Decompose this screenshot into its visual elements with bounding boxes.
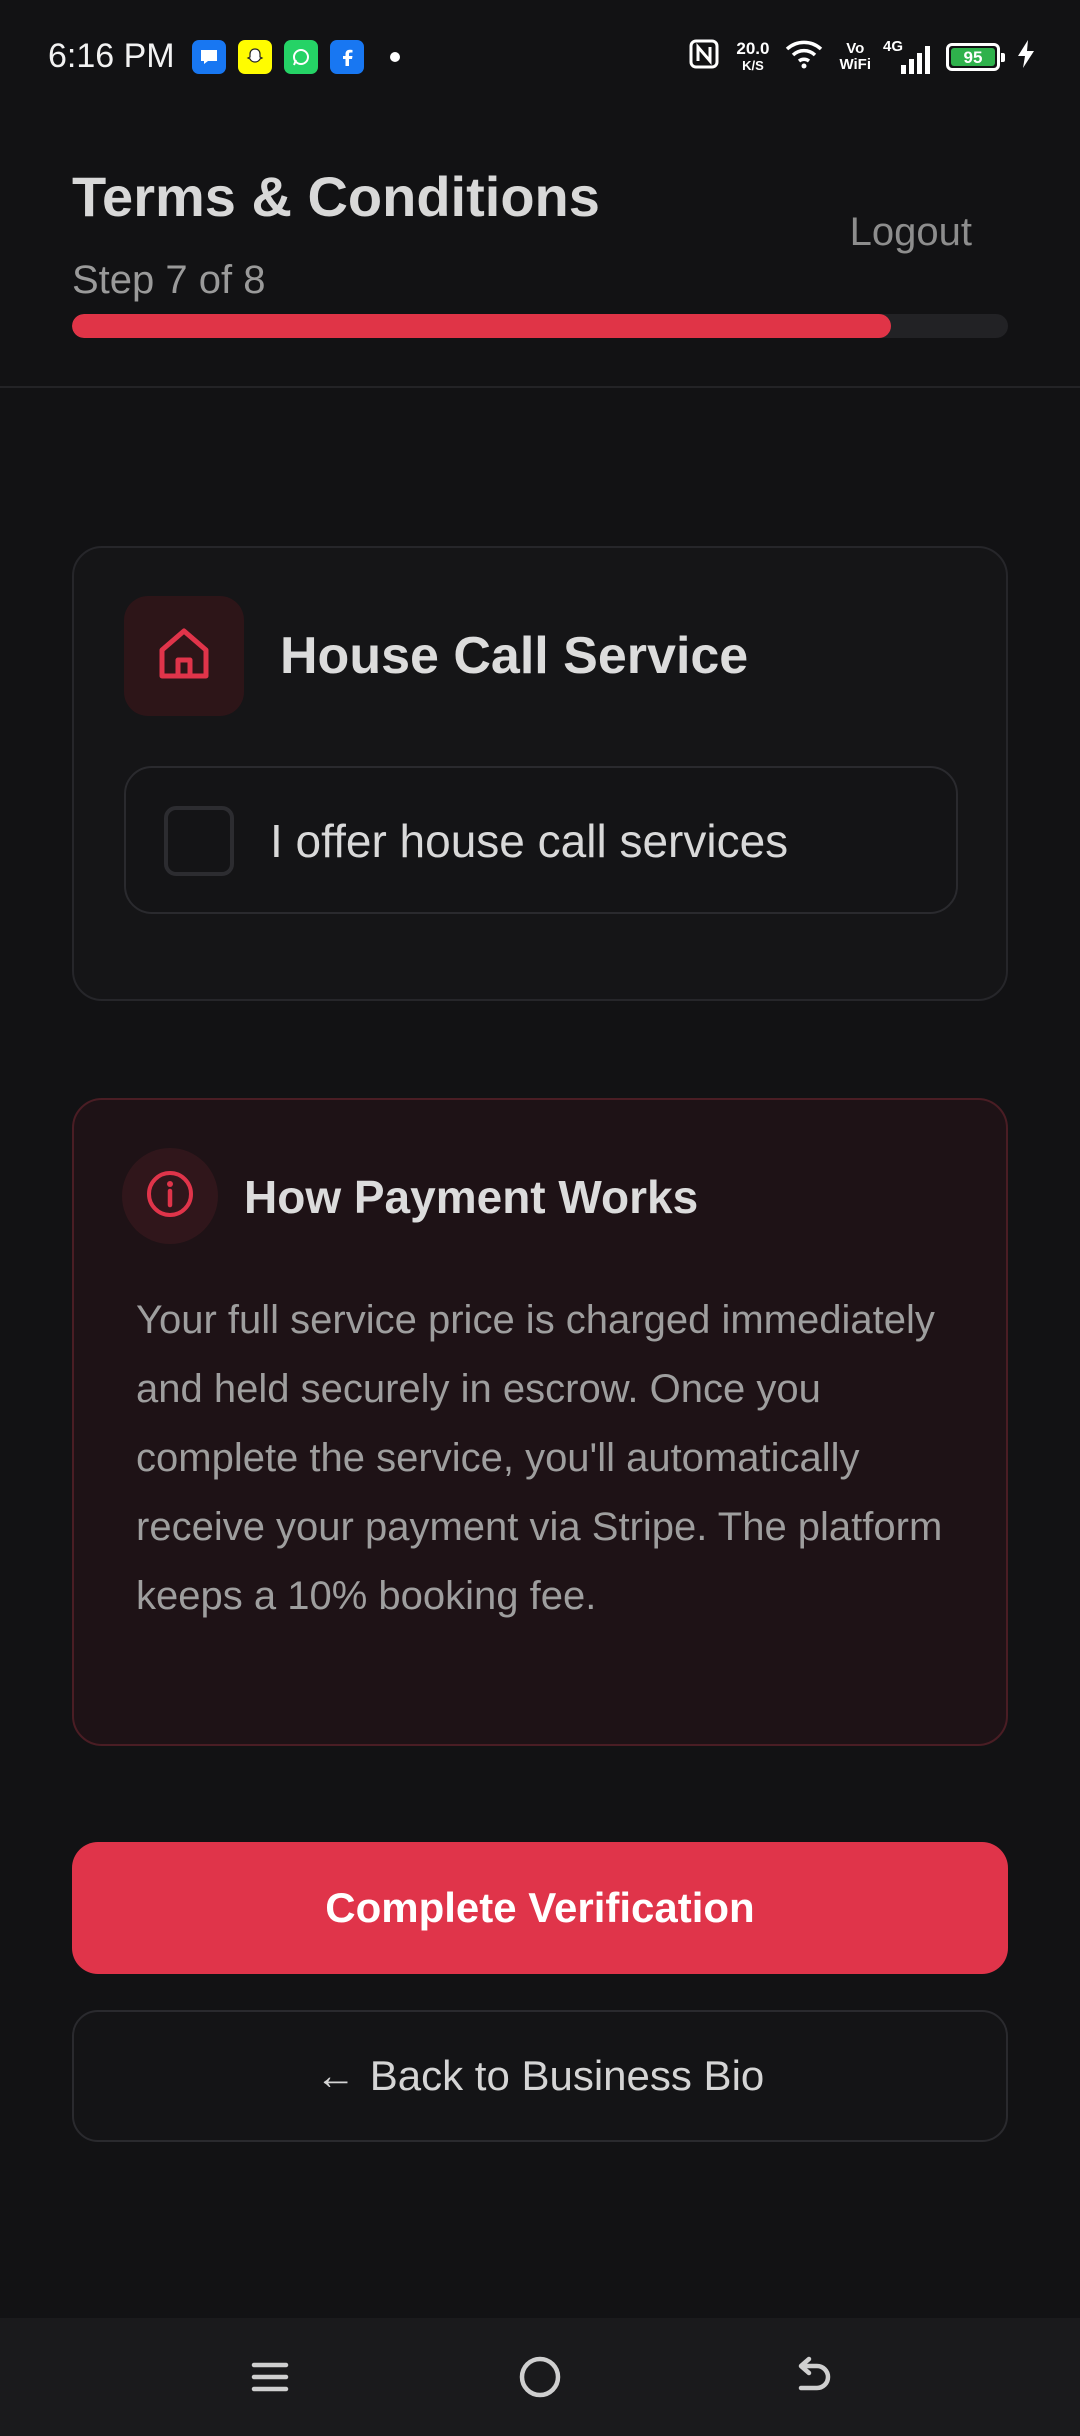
charging-bolt-icon [1016, 39, 1036, 74]
battery-level: 95 [951, 47, 995, 67]
network-speed-unit: K/S [742, 57, 764, 73]
back-icon[interactable] [772, 2342, 852, 2412]
snapchat-icon [238, 40, 272, 74]
vowifi-bottom: WiFi [839, 55, 871, 73]
logout-button[interactable]: Logout [850, 210, 972, 255]
battery-icon: 95 [946, 42, 1005, 71]
payment-info-body: Your full service price is charged immed… [136, 1298, 943, 1618]
signal-type: 4G [883, 37, 904, 55]
header: Terms & Conditions Step 7 of 8 Logout [0, 118, 1080, 388]
home-icon [152, 622, 216, 691]
vowifi-indicator: Vo WiFi [839, 39, 871, 73]
cell-signal: 4G [883, 38, 930, 74]
facebook-icon [330, 40, 364, 74]
status-bar: 6:16 PM 20.0 K/S Vo WiFi 4G 95 [0, 0, 1080, 118]
house-call-checkbox-label[interactable]: I offer house call services [270, 814, 788, 868]
status-time: 6:16 PM [48, 37, 175, 75]
whatsapp-icon [284, 40, 318, 74]
step-indicator: Step 7 of 8 [72, 258, 266, 302]
progress-bar-fill [72, 314, 891, 338]
page-title: Terms & Conditions [72, 165, 600, 228]
network-speed-value: 20.0 [736, 38, 770, 58]
messenger-app-icon [192, 40, 226, 74]
house-call-option[interactable]: I offer house call services [124, 766, 958, 914]
back-to-business-bio-button[interactable]: ← Back to Business Bio [72, 2010, 1008, 2142]
vowifi-top: Vo [846, 39, 865, 57]
menu-icon[interactable] [230, 2342, 310, 2412]
signal-bars-icon [901, 45, 930, 74]
back-arrow-icon: ← [315, 2053, 356, 2098]
more-notifications-dot [390, 52, 400, 62]
progress-bar [72, 314, 1008, 338]
info-icon-container [122, 1148, 218, 1244]
house-call-card: House Call Service I offer house call se… [72, 546, 1008, 1001]
house-call-title: House Call Service [280, 627, 749, 685]
payment-info-title: How Payment Works [244, 1171, 699, 1223]
back-to-business-bio-label: Back to Business Bio [369, 2052, 765, 2099]
nfc-icon [688, 38, 720, 75]
house-call-checkbox[interactable] [164, 806, 234, 876]
system-icons: 20.0 K/S Vo WiFi 4G 95 [688, 38, 1036, 75]
house-icon-container [124, 596, 244, 716]
notification-icons [192, 40, 400, 74]
payment-info-card: How Payment Works Your full service pric… [72, 1098, 1008, 1746]
wifi-icon [785, 39, 823, 74]
system-navigation-bar [0, 2318, 1080, 2436]
home-button-icon[interactable] [500, 2342, 580, 2412]
info-icon [144, 1168, 196, 1225]
complete-verification-button[interactable]: Complete Verification [72, 1842, 1008, 1974]
network-speed: 20.0 K/S [736, 40, 769, 74]
complete-verification-label: Complete Verification [325, 1884, 755, 1931]
